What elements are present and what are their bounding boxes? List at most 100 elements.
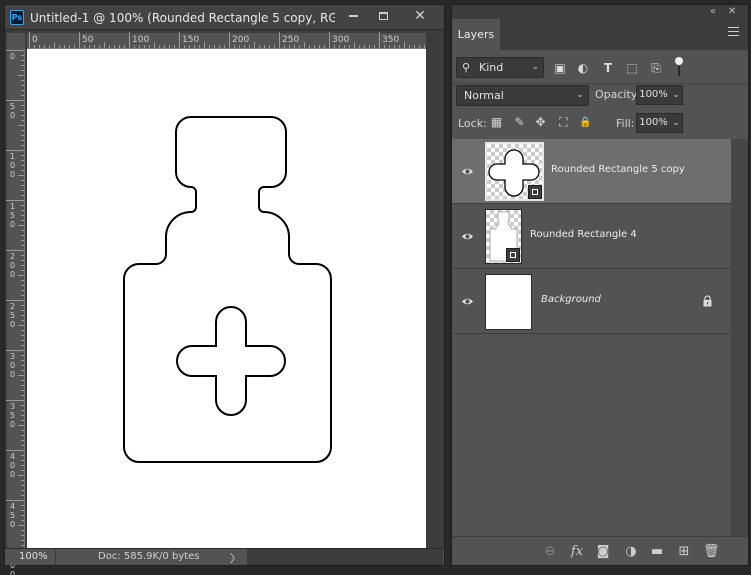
maximize-button[interactable] <box>368 5 398 29</box>
ruler-tick <box>279 32 280 48</box>
canvas-area[interactable] <box>27 49 426 548</box>
panel-top-bar: « ✕ <box>452 5 748 19</box>
layer-row[interactable]: Background <box>452 269 731 334</box>
ruler-tick <box>18 325 24 326</box>
horizontal-scrollbar[interactable] <box>247 549 443 565</box>
ruler-tick <box>18 275 24 276</box>
minimize-button[interactable] <box>338 5 368 29</box>
delete-layer-icon[interactable]: 🗑 <box>703 544 720 560</box>
ruler-tick <box>21 490 24 491</box>
ruler-tick <box>21 480 24 481</box>
document-canvas[interactable] <box>27 49 426 548</box>
opacity-value: 100% <box>639 89 668 100</box>
ruler-tick <box>174 45 175 48</box>
layer-row[interactable]: Rounded Rectangle 5 copy <box>452 139 731 204</box>
filter-kind-value: Kind <box>479 61 504 74</box>
adjustment-layer-icon[interactable]: ◑ <box>623 544 639 560</box>
lock-image-pixels-icon[interactable]: ✎ <box>511 114 528 131</box>
close-panel-icon[interactable]: ✕ <box>728 5 736 19</box>
ruler-tick <box>21 105 24 106</box>
ruler-tick <box>219 45 220 48</box>
status-menu-arrow-icon[interactable]: 〉 <box>230 550 241 566</box>
link-layers-icon[interactable]: ⊖ <box>542 544 558 560</box>
lock-artboard-icon[interactable]: ⛶ <box>555 114 572 131</box>
ruler-tick <box>21 295 24 296</box>
tab-layers[interactable]: Layers <box>452 19 500 50</box>
ruler-tick <box>249 45 250 48</box>
layer-lock-icon[interactable] <box>702 295 713 307</box>
ruler-tick <box>21 320 24 321</box>
ruler-tick <box>89 45 90 48</box>
layer-list-scrollbar[interactable] <box>731 139 748 536</box>
ruler-tick <box>6 50 24 51</box>
ruler-origin[interactable] <box>7 33 25 49</box>
smart-object-badge-icon <box>506 248 520 262</box>
layer-thumbnail[interactable] <box>485 142 544 201</box>
ruler-tick <box>21 460 24 461</box>
chevron-down-icon: ⌄ <box>576 90 584 100</box>
visibility-eye-icon[interactable] <box>461 165 474 178</box>
ruler-tick <box>339 45 340 48</box>
ruler-tick <box>324 45 325 48</box>
ruler-label: 150 <box>10 202 16 229</box>
ruler-tick <box>21 515 24 516</box>
layer-filter-dropdown[interactable]: ⚲ Kind ⌄ <box>456 57 544 78</box>
ruler-tick <box>214 45 215 48</box>
add-mask-icon[interactable]: ◙ <box>595 544 611 560</box>
ruler-tick <box>184 45 185 48</box>
new-layer-icon[interactable]: ⊞ <box>676 544 692 560</box>
ruler-tick <box>269 45 270 48</box>
minimize-icon <box>348 14 358 17</box>
ruler-tick <box>21 210 24 211</box>
image-filter-icon[interactable]: ▣ <box>552 60 568 76</box>
layer-thumbnail[interactable] <box>485 209 522 264</box>
collapse-panels-icon[interactable]: « <box>710 5 716 19</box>
ruler-tick <box>21 70 24 71</box>
shape-filter-icon[interactable]: ⬚ <box>624 60 640 76</box>
type-filter-icon[interactable]: T <box>600 60 616 76</box>
fx-icon[interactable]: fx <box>569 544 585 560</box>
ruler-tick <box>199 45 200 48</box>
ruler-tick <box>274 45 275 48</box>
lock-position-icon[interactable]: ✥ <box>532 114 549 131</box>
lock-all-icon[interactable]: 🔒 <box>577 114 594 131</box>
lock-transparent-pixels-icon[interactable]: ▦ <box>488 114 505 131</box>
ruler-label: 250 <box>282 35 300 45</box>
blend-mode-dropdown[interactable]: Normal ⌄ <box>456 85 589 106</box>
layer-thumbnail[interactable] <box>485 274 532 330</box>
ruler-tick <box>21 290 24 291</box>
ruler-tick <box>21 205 24 206</box>
adjustment-filter-icon[interactable]: ◐ <box>575 60 591 76</box>
ruler-tick <box>6 250 24 251</box>
visibility-eye-icon[interactable] <box>461 230 474 243</box>
layer-row[interactable]: Rounded Rectangle 4 <box>452 204 731 269</box>
new-group-icon[interactable]: ▬ <box>649 544 665 560</box>
ruler-label: 450 <box>10 502 16 529</box>
ruler-tick <box>164 45 165 48</box>
ruler-tick <box>21 270 24 271</box>
vertical-ruler[interactable]: 050100150200250300350400450500 <box>6 49 25 575</box>
search-icon: ⚲ <box>462 61 471 74</box>
layer-name[interactable]: Rounded Rectangle 4 <box>530 229 637 240</box>
vertical-scrollbar[interactable] <box>427 33 442 548</box>
ruler-tick <box>229 32 230 48</box>
document-title-bar[interactable]: Ps Untitled-1 @ 100% (Rounded Rectangle … <box>5 5 444 30</box>
ruler-tick <box>119 45 120 48</box>
ruler-tick <box>419 45 420 48</box>
zoom-level[interactable]: 100% <box>19 551 48 562</box>
visibility-eye-icon[interactable] <box>461 295 474 308</box>
opacity-chevron-icon[interactable]: ⌄ <box>669 85 683 105</box>
layer-name[interactable]: Rounded Rectangle 5 copy <box>551 164 685 175</box>
close-button[interactable]: ✕ <box>400 5 440 29</box>
smart-object-filter-icon[interactable]: ⎘ <box>648 60 664 76</box>
filter-toggle[interactable] <box>674 57 684 77</box>
fill-chevron-icon[interactable]: ⌄ <box>669 113 683 133</box>
panel-menu-icon[interactable] <box>728 27 740 39</box>
layer-name[interactable]: Background <box>541 294 601 305</box>
ruler-tick <box>21 470 24 471</box>
ruler-tick <box>124 45 125 48</box>
ruler-tick <box>6 150 24 151</box>
ruler-tick <box>314 45 315 48</box>
ruler-tick <box>21 110 24 111</box>
horizontal-ruler[interactable]: 0 50 100 150 200 250 300 350 <box>27 32 426 49</box>
